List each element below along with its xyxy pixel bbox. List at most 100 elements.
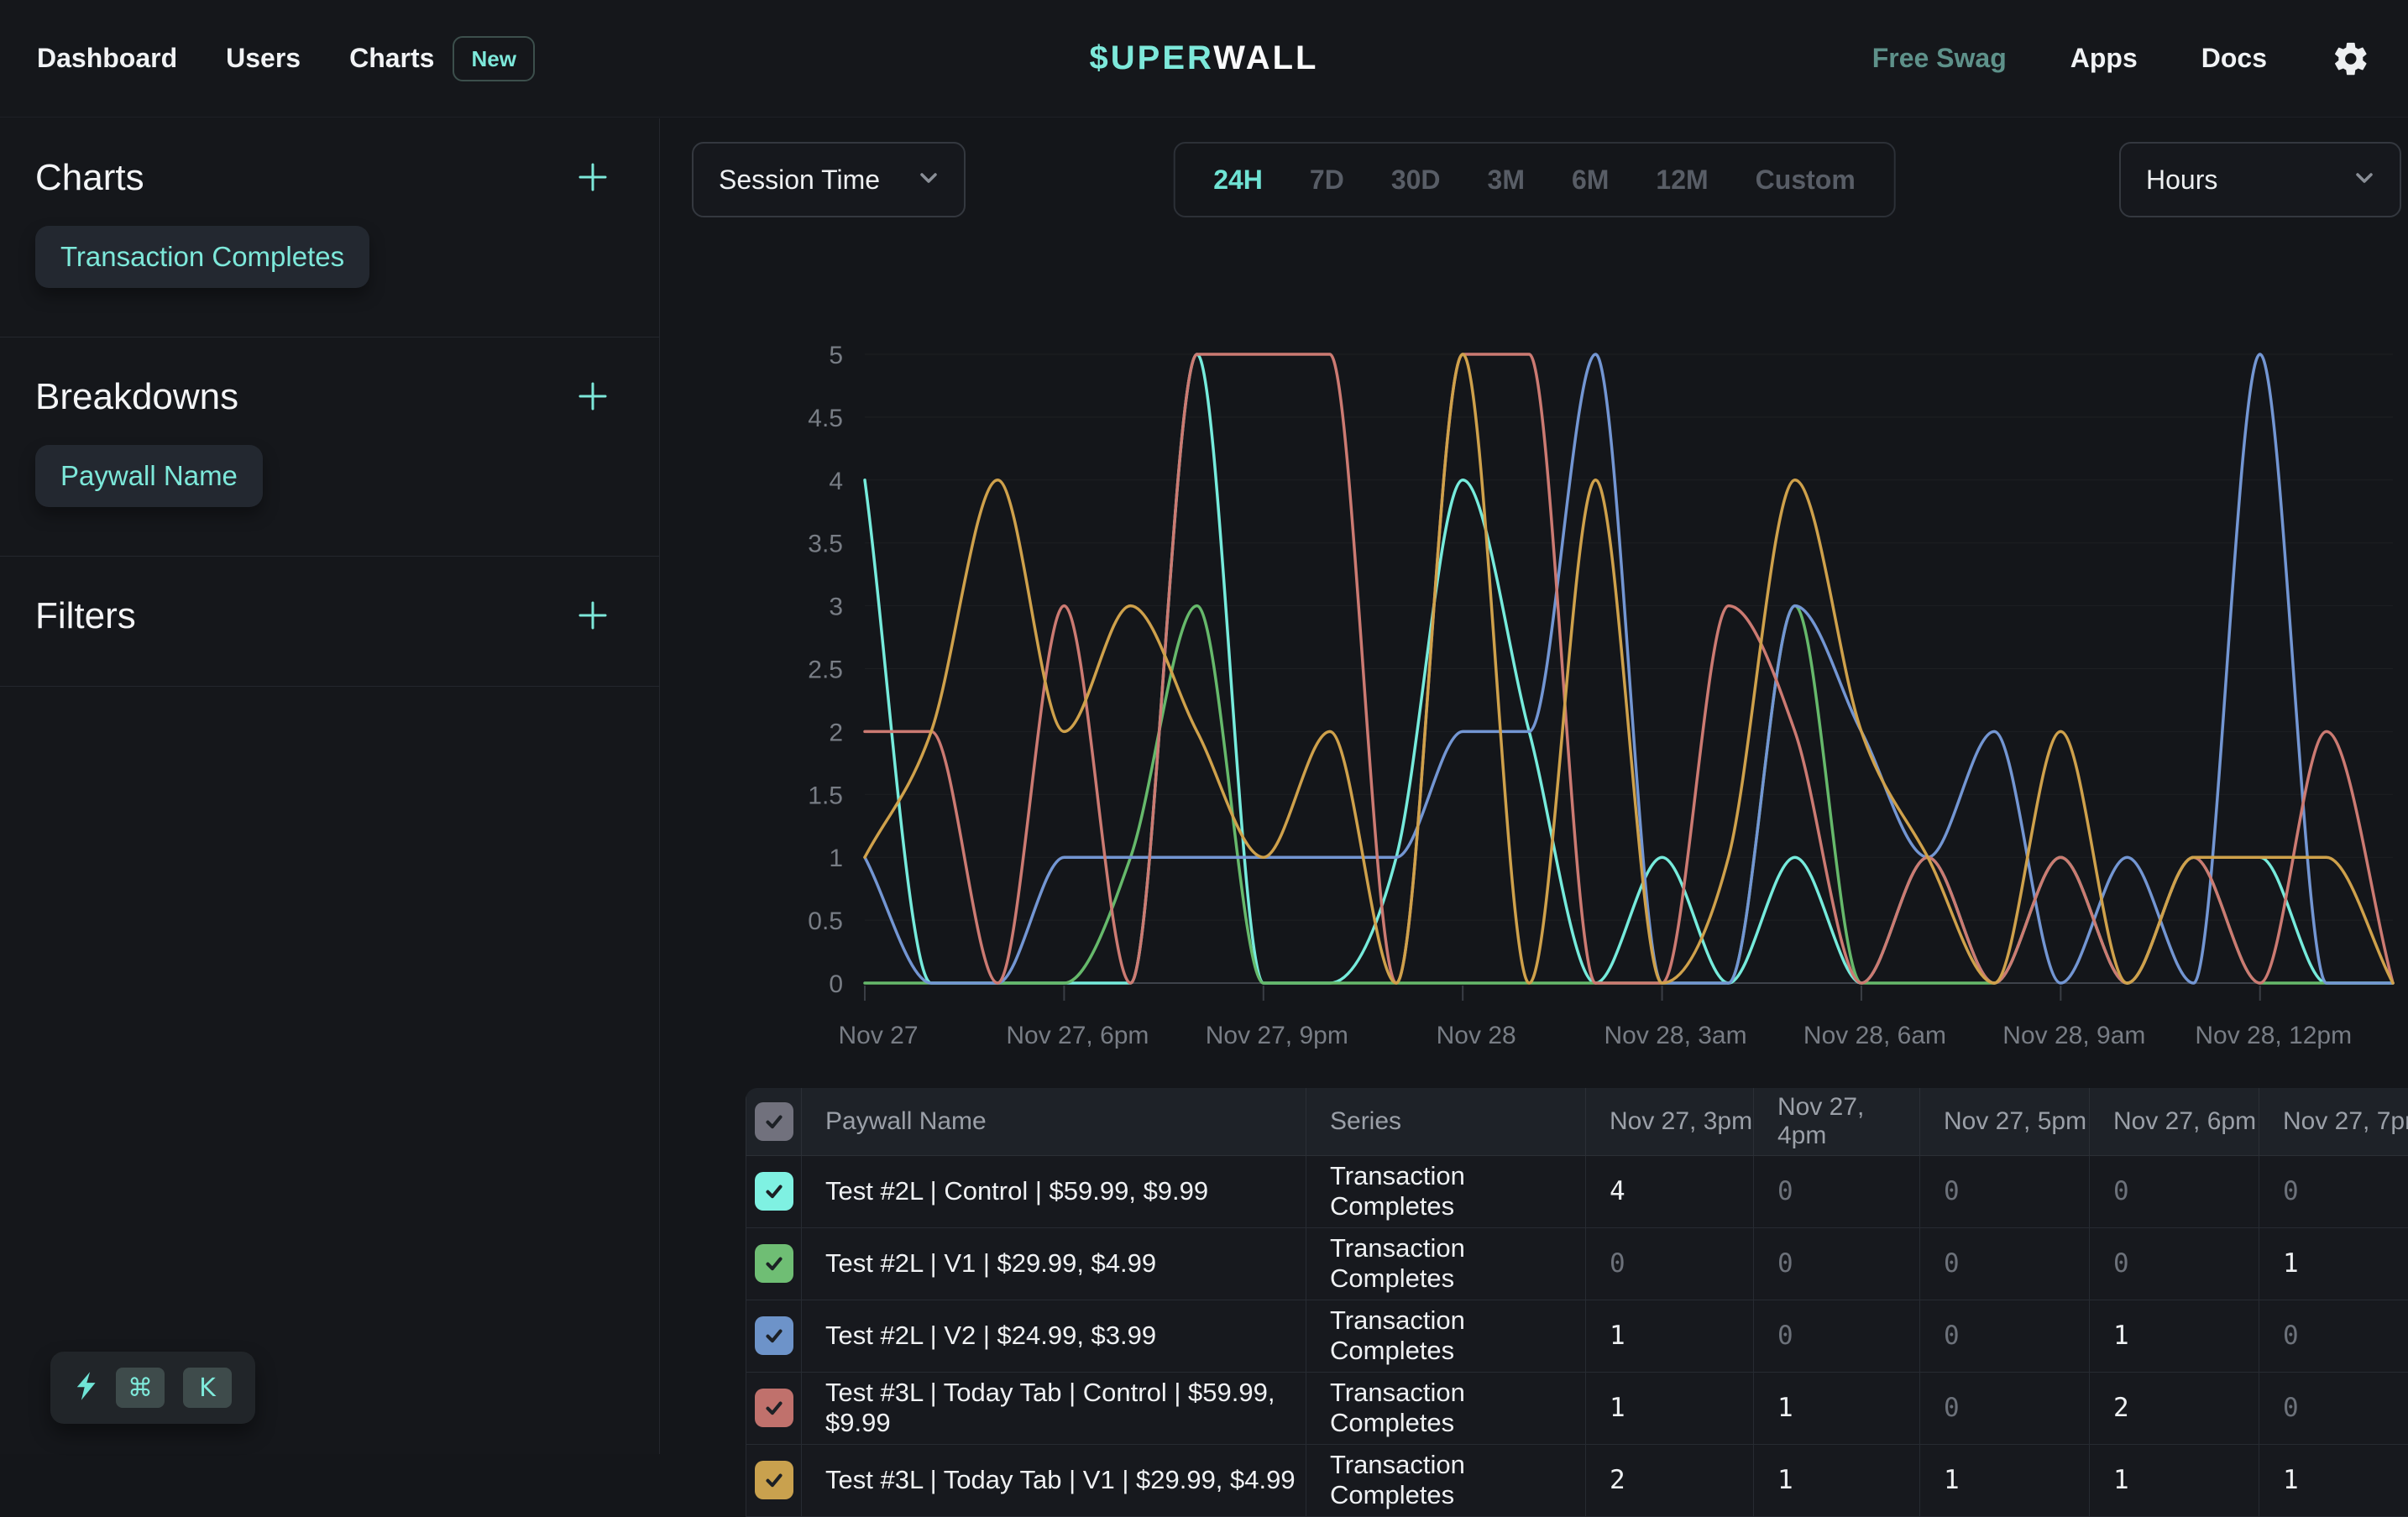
checkmark-icon (762, 1179, 787, 1204)
superwall-logo: $UPERWALL (1090, 39, 1319, 77)
checkmark-icon (762, 1467, 787, 1493)
command-keycap: ⌘ (116, 1368, 165, 1408)
granularity-select[interactable]: Hours (2119, 142, 2401, 217)
table-row: Test #3L | Today Tab | V1 | $29.99, $4.9… (746, 1444, 2408, 1516)
section-title-filters: Filters (35, 595, 136, 637)
value-cell: 0 (2259, 1372, 2408, 1444)
x-axis-tick-label: Nov 28, 12pm (2195, 1022, 2352, 1049)
paywall-name-cell: Test #2L | V1 | $29.99, $4.99 (802, 1227, 1306, 1300)
range-tab-12m[interactable]: 12M (1656, 165, 1708, 196)
x-axis-tick-label: Nov 27 (838, 1022, 918, 1049)
sidebar-section-head: Filters (35, 595, 612, 637)
y-axis-tick-label: 0 (829, 970, 843, 998)
row-checkbox-cell (746, 1372, 802, 1444)
value-cell: 1 (2090, 1300, 2259, 1372)
value-cell: 0 (2259, 1300, 2408, 1372)
sidebar-section-filters: Filters (0, 557, 659, 637)
plus-icon (577, 380, 609, 412)
value-cell: 1 (2259, 1227, 2408, 1300)
row-checkbox-cell (746, 1227, 802, 1300)
gear-icon[interactable] (2331, 39, 2371, 79)
date-range-tabs: 24H 7D 30D 3M 6M 12M Custom (1173, 142, 1896, 217)
range-tab-24h[interactable]: 24H (1213, 165, 1263, 196)
row-checkbox-4[interactable] (755, 1461, 793, 1499)
value-cell: 1 (1920, 1444, 2090, 1516)
sidebar-section-charts: ChartsTransaction Completes (0, 118, 659, 288)
nav-item-docs[interactable]: Docs (2201, 43, 2267, 74)
range-tab-custom[interactable]: Custom (1756, 165, 1856, 196)
sidebar: ChartsTransaction Completes Breakdowns Pay… (0, 118, 660, 1454)
value-cell: 2 (2090, 1372, 2259, 1444)
lightning-icon (74, 1371, 97, 1405)
row-checkbox-1[interactable] (755, 1244, 793, 1283)
column-header-0: Paywall Name (802, 1088, 1306, 1155)
x-axis-tick-label: Nov 28 (1437, 1022, 1516, 1049)
column-header-3: Nov 27, 4pm (1754, 1088, 1920, 1155)
value-cell: 1 (2090, 1444, 2259, 1516)
value-cell: 0 (2090, 1155, 2259, 1227)
nav-item-apps[interactable]: Apps (2070, 43, 2138, 74)
chip-transaction-completes[interactable]: Transaction Completes (35, 226, 369, 288)
x-axis-tick-label: Nov 27, 6pm (1006, 1022, 1149, 1049)
nav-item-users[interactable]: Users (226, 43, 301, 74)
value-cell: 0 (1754, 1227, 1920, 1300)
nav-item-free-swag[interactable]: Free Swag (1872, 43, 2007, 74)
add-filters-button[interactable] (573, 596, 612, 637)
range-tab-30d[interactable]: 30D (1391, 165, 1441, 196)
value-cell: 0 (1920, 1227, 2090, 1300)
value-cell: 0 (1920, 1155, 2090, 1227)
x-axis-tick-label: Nov 28, 9am (2002, 1022, 2145, 1049)
paywall-name-cell: Test #2L | V2 | $24.99, $3.99 (802, 1300, 1306, 1372)
value-cell: 1 (1754, 1372, 1920, 1444)
row-checkbox-2[interactable] (755, 1316, 793, 1355)
paywall-name-cell: Test #3L | Today Tab | V1 | $29.99, $4.9… (802, 1444, 1306, 1516)
chip-paywall-name[interactable]: Paywall Name (35, 445, 263, 507)
y-axis-tick-label: 2 (829, 719, 843, 746)
checkmark-icon (762, 1109, 787, 1134)
nav-charts-group: Charts New (349, 36, 535, 81)
sidebar-section-head: Breakdowns (35, 376, 612, 418)
checkmark-icon (762, 1323, 787, 1348)
column-header-5: Nov 27, 6pm (2090, 1088, 2259, 1155)
select-all-checkbox[interactable] (755, 1102, 793, 1141)
value-cell: 2 (1586, 1444, 1754, 1516)
nav-item-dashboard[interactable]: Dashboard (37, 43, 177, 74)
breakdown-table: Paywall NameSeriesNov 27, 3pmNov 27, 4pm… (746, 1088, 2408, 1517)
row-checkbox-3[interactable] (755, 1389, 793, 1427)
row-checkbox-0[interactable] (755, 1172, 793, 1211)
top-nav: Dashboard Users Charts New $UPERWALL Fre… (0, 0, 2408, 118)
column-header-2: Nov 27, 3pm (1586, 1088, 1754, 1155)
command-palette-shortcut[interactable]: ⌘ K (50, 1352, 255, 1424)
range-tab-7d[interactable]: 7D (1310, 165, 1344, 196)
x-axis-tick-label: Nov 27, 9pm (1206, 1022, 1348, 1049)
paywall-name-cell: Test #2L | Control | $59.99, $9.99 (802, 1155, 1306, 1227)
new-badge: New (453, 36, 534, 81)
header-checkbox-cell (746, 1088, 802, 1155)
nav-item-charts[interactable]: Charts (349, 43, 434, 74)
chip-row: Transaction Completes (35, 226, 612, 288)
range-tab-3m[interactable]: 3M (1488, 165, 1525, 196)
value-cell: 1 (1586, 1372, 1754, 1444)
paywall-name-cell: Test #3L | Today Tab | Control | $59.99,… (802, 1372, 1306, 1444)
series-cell: Transaction Completes (1306, 1227, 1586, 1300)
nav-left-group: Dashboard Users Charts New (37, 36, 535, 81)
table-header-row: Paywall NameSeriesNov 27, 3pmNov 27, 4pm… (746, 1088, 2408, 1155)
table-row: Test #2L | V1 | $29.99, $4.99Transaction… (746, 1227, 2408, 1300)
column-header-1: Series (1306, 1088, 1586, 1155)
table-row: Test #2L | Control | $59.99, $9.99Transa… (746, 1155, 2408, 1227)
y-axis-tick-label: 4.5 (808, 405, 843, 432)
series-cell: Transaction Completes (1306, 1444, 1586, 1516)
main-content: Session Time 24H 7D 30D 3M 6M 12M Custom Hours… (661, 118, 2408, 1454)
y-axis-tick-label: 1.5 (808, 782, 843, 809)
sidebar-section-breakdowns: Breakdowns Paywall Name (0, 337, 659, 507)
y-axis-tick-label: 3 (829, 594, 843, 621)
value-cell: 1 (1586, 1300, 1754, 1372)
add-breakdowns-button[interactable] (573, 377, 612, 418)
add-charts-button[interactable] (573, 158, 612, 199)
x-axis-tick-label: Nov 28, 3am (1604, 1022, 1747, 1049)
value-cell: 0 (2259, 1155, 2408, 1227)
metric-select[interactable]: Session Time (692, 142, 966, 217)
value-cell: 1 (1754, 1444, 1920, 1516)
value-cell: 0 (1586, 1227, 1754, 1300)
range-tab-6m[interactable]: 6M (1572, 165, 1609, 196)
